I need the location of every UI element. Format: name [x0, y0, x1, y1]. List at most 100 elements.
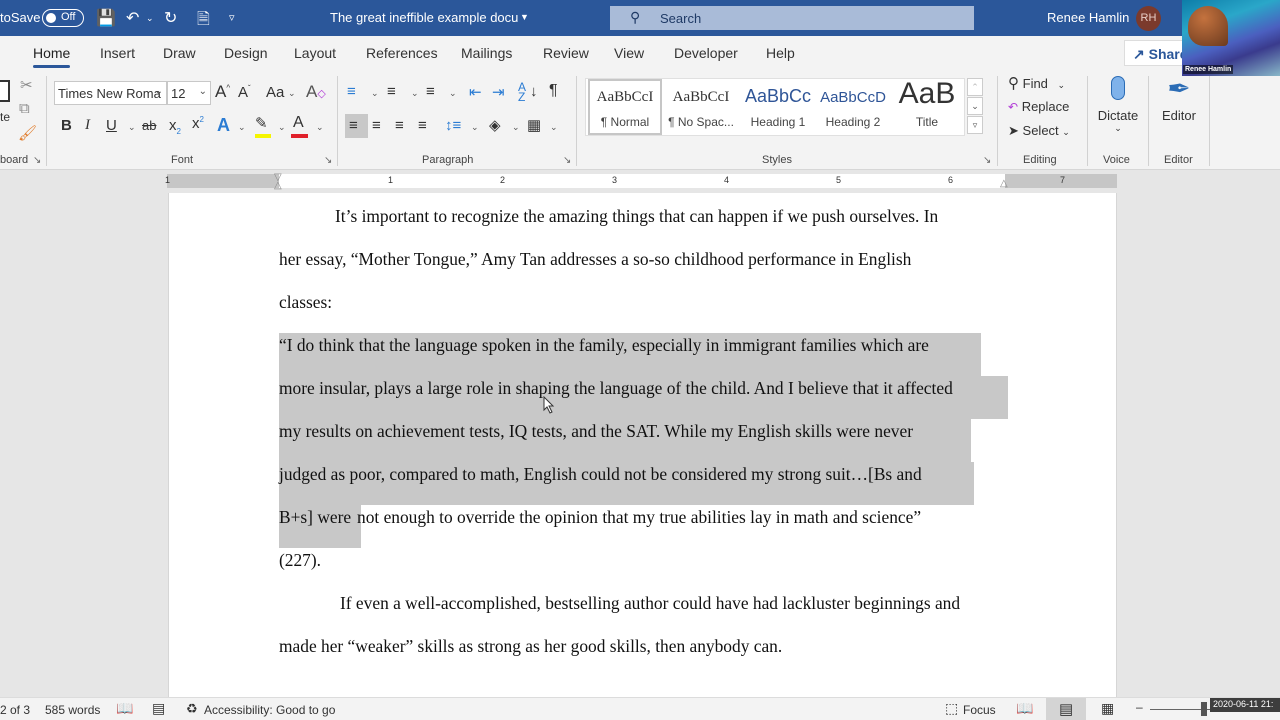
change-case-button[interactable]: Aa [266, 84, 284, 101]
decrease-indent-icon[interactable]: ⇤ [469, 83, 482, 101]
numbering-icon[interactable]: ≡ [387, 83, 396, 100]
macro-recording-icon[interactable]: ▤ [152, 700, 165, 717]
zoom-slider-thumb[interactable] [1201, 702, 1207, 716]
chevron-down-icon[interactable]: ⌄ [288, 88, 296, 99]
horizontal-ruler[interactable]: 1 1 2 3 4 5 6 7 ▽ △ △ [165, 172, 1117, 191]
undo-dropdown-icon[interactable]: ⌄ [146, 13, 154, 24]
superscript-icon[interactable]: x2 [192, 115, 204, 132]
paste-icon[interactable] [0, 80, 10, 102]
chevron-down-icon[interactable]: ⌄ [238, 122, 246, 133]
tab-view[interactable]: View [614, 45, 644, 61]
autosave-toggle[interactable]: Off [42, 9, 84, 27]
borders-icon[interactable]: ▦ [527, 116, 541, 134]
sort-icon[interactable]: AZ [518, 81, 526, 103]
styles-scroll-down-icon[interactable]: ⌄ [967, 97, 983, 115]
tab-help[interactable]: Help [766, 45, 795, 61]
align-right-icon[interactable]: ≡ [395, 117, 404, 134]
paste-label[interactable]: te [0, 110, 10, 124]
chevron-down-icon[interactable]: ⌄ [550, 122, 558, 133]
font-launcher-icon[interactable]: ↘ [324, 155, 332, 166]
cut-icon[interactable]: ✂ [20, 76, 33, 94]
tab-review[interactable]: Review [543, 45, 589, 61]
italic-icon[interactable]: I [85, 117, 90, 134]
proofing-icon[interactable]: 📖 [116, 700, 133, 717]
subscript-icon[interactable]: x2 [169, 117, 181, 136]
style-heading-2[interactable]: AaBbCcD Heading 2 [816, 79, 890, 135]
print-layout-button[interactable]: ▤ [1046, 698, 1086, 720]
chevron-down-icon[interactable]: ⌄ [371, 88, 379, 99]
justify-icon[interactable]: ≡ [418, 117, 427, 134]
replace-button[interactable]: ↶ Replace [1008, 99, 1069, 114]
find-button[interactable]: ⚲ Find ⌄ [1008, 74, 1065, 92]
shrink-font-icon[interactable]: Aˇ [238, 84, 251, 101]
copy-icon[interactable]: ⧉ [19, 100, 30, 117]
tab-draw[interactable]: Draw [163, 45, 196, 61]
focus-icon[interactable]: ⬚ [945, 700, 958, 717]
line-spacing-icon[interactable]: ↕≡ [445, 117, 461, 134]
read-mode-icon[interactable]: 📖 [1016, 700, 1033, 717]
chevron-down-icon[interactable]: ⌄ [128, 122, 136, 133]
undo-icon[interactable]: ↶ [126, 8, 139, 28]
save-icon[interactable]: 💾 [96, 8, 116, 28]
tab-insert[interactable]: Insert [100, 45, 135, 61]
web-layout-icon[interactable]: ▦ [1101, 700, 1114, 717]
word-count[interactable]: 585 words [45, 703, 100, 717]
new-document-icon[interactable]: 🗎 [197, 8, 210, 35]
editor-button[interactable]: ✒ Editor [1157, 74, 1201, 134]
tab-layout[interactable]: Layout [294, 45, 336, 61]
styles-more-icon[interactable]: ▿ [967, 116, 983, 134]
shading-icon[interactable]: ◈ [489, 116, 501, 134]
hanging-indent-marker[interactable]: △ [274, 180, 282, 191]
document-title[interactable]: The great ineffible example docu [330, 10, 518, 25]
accessibility-icon[interactable]: ♻ [186, 701, 198, 717]
user-name[interactable]: Renee Hamlin [1047, 10, 1129, 25]
align-center-icon[interactable]: ≡ [372, 117, 381, 134]
title-dropdown-icon[interactable]: ▼ [520, 12, 529, 22]
chevron-down-icon[interactable]: ⌄ [316, 122, 324, 133]
dictate-button[interactable]: Dictate ⌄ [1096, 74, 1140, 150]
accessibility-status[interactable]: Accessibility: Good to go [204, 703, 335, 717]
tab-mailings[interactable]: Mailings [461, 45, 512, 61]
clear-formatting-icon[interactable]: A◇ [306, 82, 326, 102]
search-box[interactable]: ⚲ Search [610, 6, 974, 30]
style-normal[interactable]: AaBbCcI ¶ Normal [588, 79, 662, 135]
tab-references[interactable]: References [366, 45, 438, 61]
paragraph-launcher-icon[interactable]: ↘ [563, 155, 571, 166]
redo-icon[interactable]: ↻ [164, 8, 177, 28]
bold-icon[interactable]: B [61, 117, 72, 134]
page-count[interactable]: 2 of 3 [0, 703, 30, 717]
multilevel-list-icon[interactable]: ≡ [426, 83, 435, 100]
tab-design[interactable]: Design [224, 45, 268, 61]
chevron-down-icon[interactable]: ⌄ [512, 122, 520, 133]
increase-indent-icon[interactable]: ⇥ [492, 83, 505, 101]
style-heading-1[interactable]: AaBbCc Heading 1 [740, 79, 816, 135]
chevron-down-icon[interactable]: ⌄ [449, 88, 457, 99]
font-color-icon[interactable]: A [291, 114, 308, 138]
right-indent-marker[interactable]: △ [1000, 178, 1008, 189]
align-left-button[interactable]: ≡ [345, 114, 368, 138]
font-name-combo[interactable]: Times New Roma ⌄ [54, 81, 167, 105]
highlight-icon[interactable]: ✎ [255, 114, 271, 138]
clipboard-launcher-icon[interactable]: ↘ [33, 155, 41, 166]
styles-scroll-up-icon[interactable]: ⌃ [967, 78, 983, 96]
text-effects-icon[interactable]: A [217, 115, 230, 136]
underline-icon[interactable]: U [106, 117, 117, 134]
focus-label[interactable]: Focus [963, 703, 996, 717]
chevron-down-icon[interactable]: ⌄ [411, 88, 419, 99]
font-size-combo[interactable]: 12 ⌄ [167, 81, 211, 105]
strikethrough-icon[interactable]: ab [142, 118, 156, 133]
bullets-icon[interactable]: ≡ [347, 83, 356, 100]
tab-developer[interactable]: Developer [674, 45, 738, 61]
select-button[interactable]: ➤ Select ⌄ [1008, 123, 1070, 139]
grow-font-icon[interactable]: A^ [215, 82, 230, 102]
style-title[interactable]: AaB Title [890, 77, 964, 135]
zoom-out-icon[interactable]: – [1136, 700, 1143, 714]
styles-launcher-icon[interactable]: ↘ [983, 155, 991, 166]
chevron-down-icon[interactable]: ⌄ [471, 122, 479, 133]
avatar[interactable]: RH [1136, 6, 1161, 31]
chevron-down-icon[interactable]: ⌄ [278, 122, 286, 133]
style-no-spacing[interactable]: AaBbCcI ¶ No Spac... [664, 79, 738, 135]
format-painter-icon[interactable]: 🖌 [18, 124, 37, 142]
tab-home[interactable]: Home [33, 45, 71, 68]
show-formatting-icon[interactable]: ¶ [549, 82, 558, 100]
